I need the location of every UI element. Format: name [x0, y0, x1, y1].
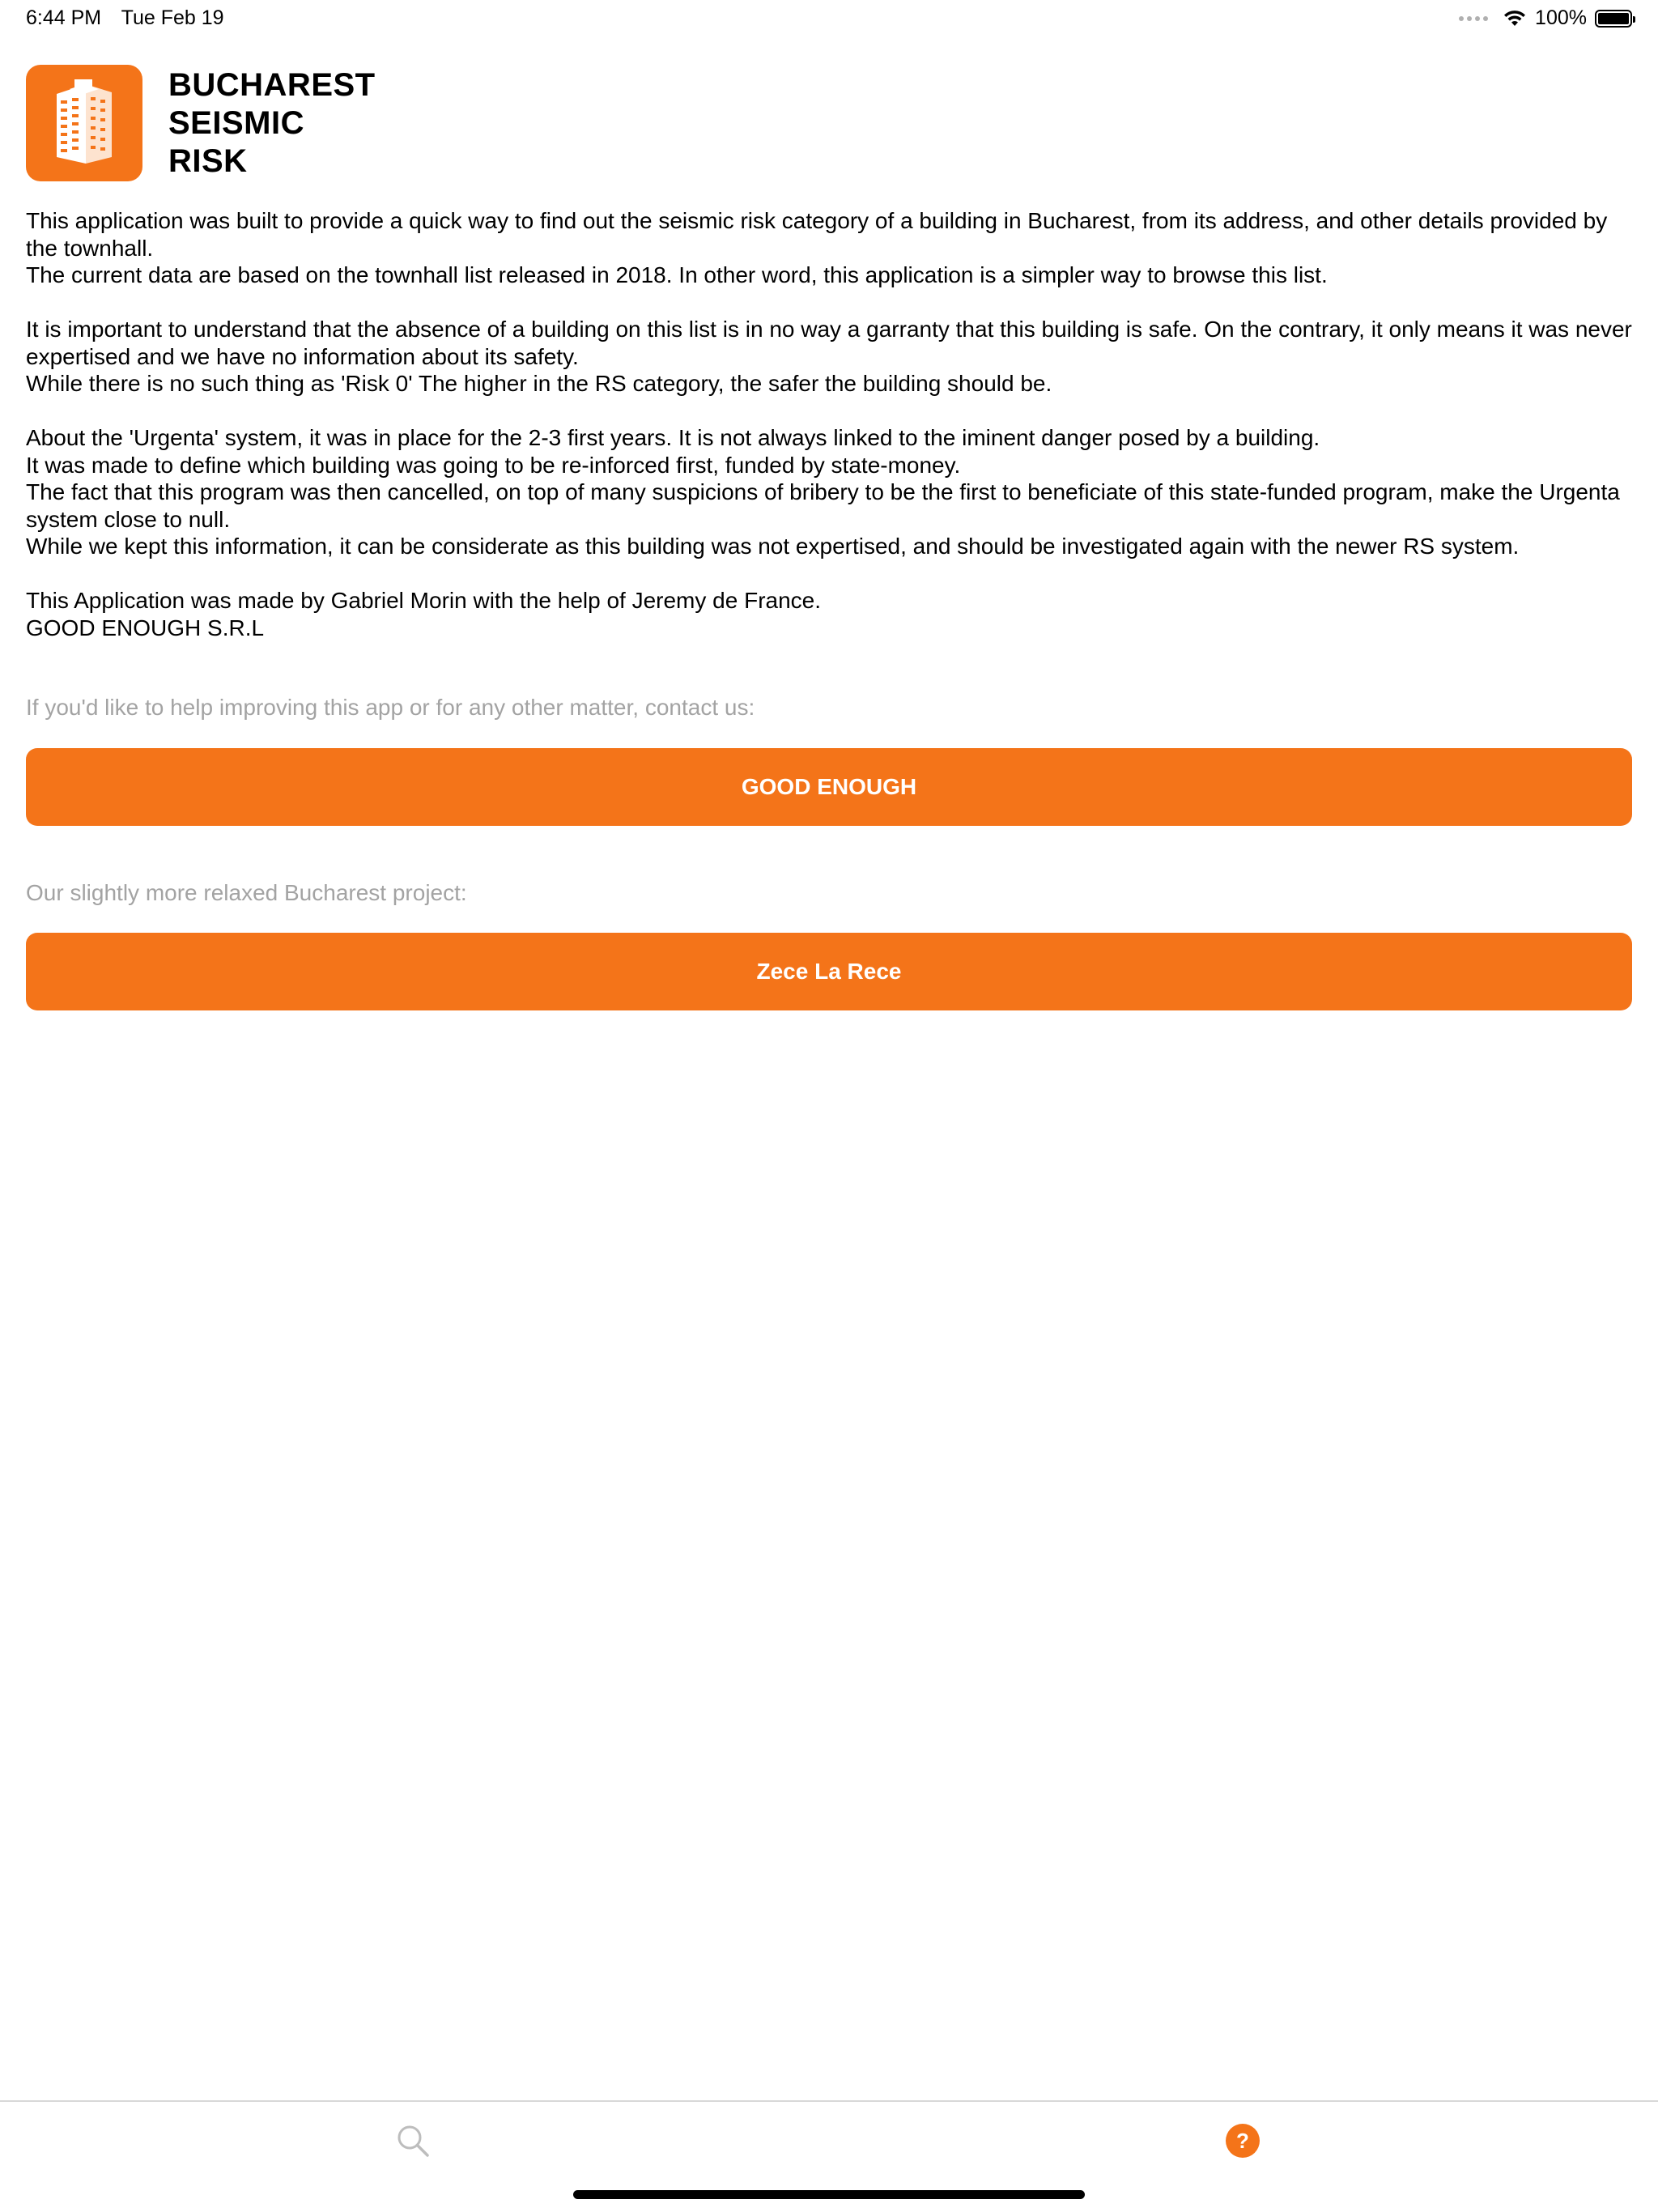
about-paragraph: About the 'Urgenta' system, it was in pl…: [26, 425, 1620, 559]
project-caption: Our slightly more relaxed Bucharest proj…: [26, 880, 467, 905]
status-left: 6:44 PM Tue Feb 19: [26, 6, 239, 30]
about-paragraph: This application was built to provide a …: [26, 208, 1608, 287]
status-time: 6:44 PM: [26, 6, 102, 29]
zece-la-rece-button[interactable]: Zece La Rece: [26, 933, 1632, 1010]
home-indicator[interactable]: [573, 2190, 1085, 2199]
status-right: 100%: [1459, 6, 1635, 30]
tab-help[interactable]: ?: [1223, 2121, 1262, 2160]
battery-icon: [1595, 9, 1635, 28]
tab-search[interactable]: [393, 2121, 432, 2160]
about-paragraph: It is important to understand that the a…: [26, 317, 1632, 396]
status-date: Tue Feb 19: [121, 6, 224, 29]
contact-caption: If you'd like to help improving this app…: [26, 695, 755, 720]
status-bar: 6:44 PM Tue Feb 19 100%: [0, 0, 1658, 37]
good-enough-button[interactable]: GOOD ENOUGH: [26, 748, 1632, 826]
app-title-line: SEISMIC: [168, 105, 304, 141]
about-paragraph: This Application was made by Gabriel Mor…: [26, 588, 822, 640]
search-icon: [397, 2125, 429, 2157]
signal-dots-icon: [1459, 15, 1489, 21]
battery-percent: 100%: [1535, 6, 1587, 29]
app-title: BUCHAREST SEISMIC RISK: [168, 66, 492, 181]
building-icon: [57, 79, 112, 164]
app-logo: [26, 65, 142, 181]
help-icon: ?: [1226, 2124, 1260, 2158]
app-title-line: RISK: [168, 143, 248, 179]
about-text: This application was built to provide a …: [26, 207, 1632, 641]
wifi-icon: [1504, 10, 1526, 26]
app-title-line: BUCHAREST: [168, 67, 376, 103]
